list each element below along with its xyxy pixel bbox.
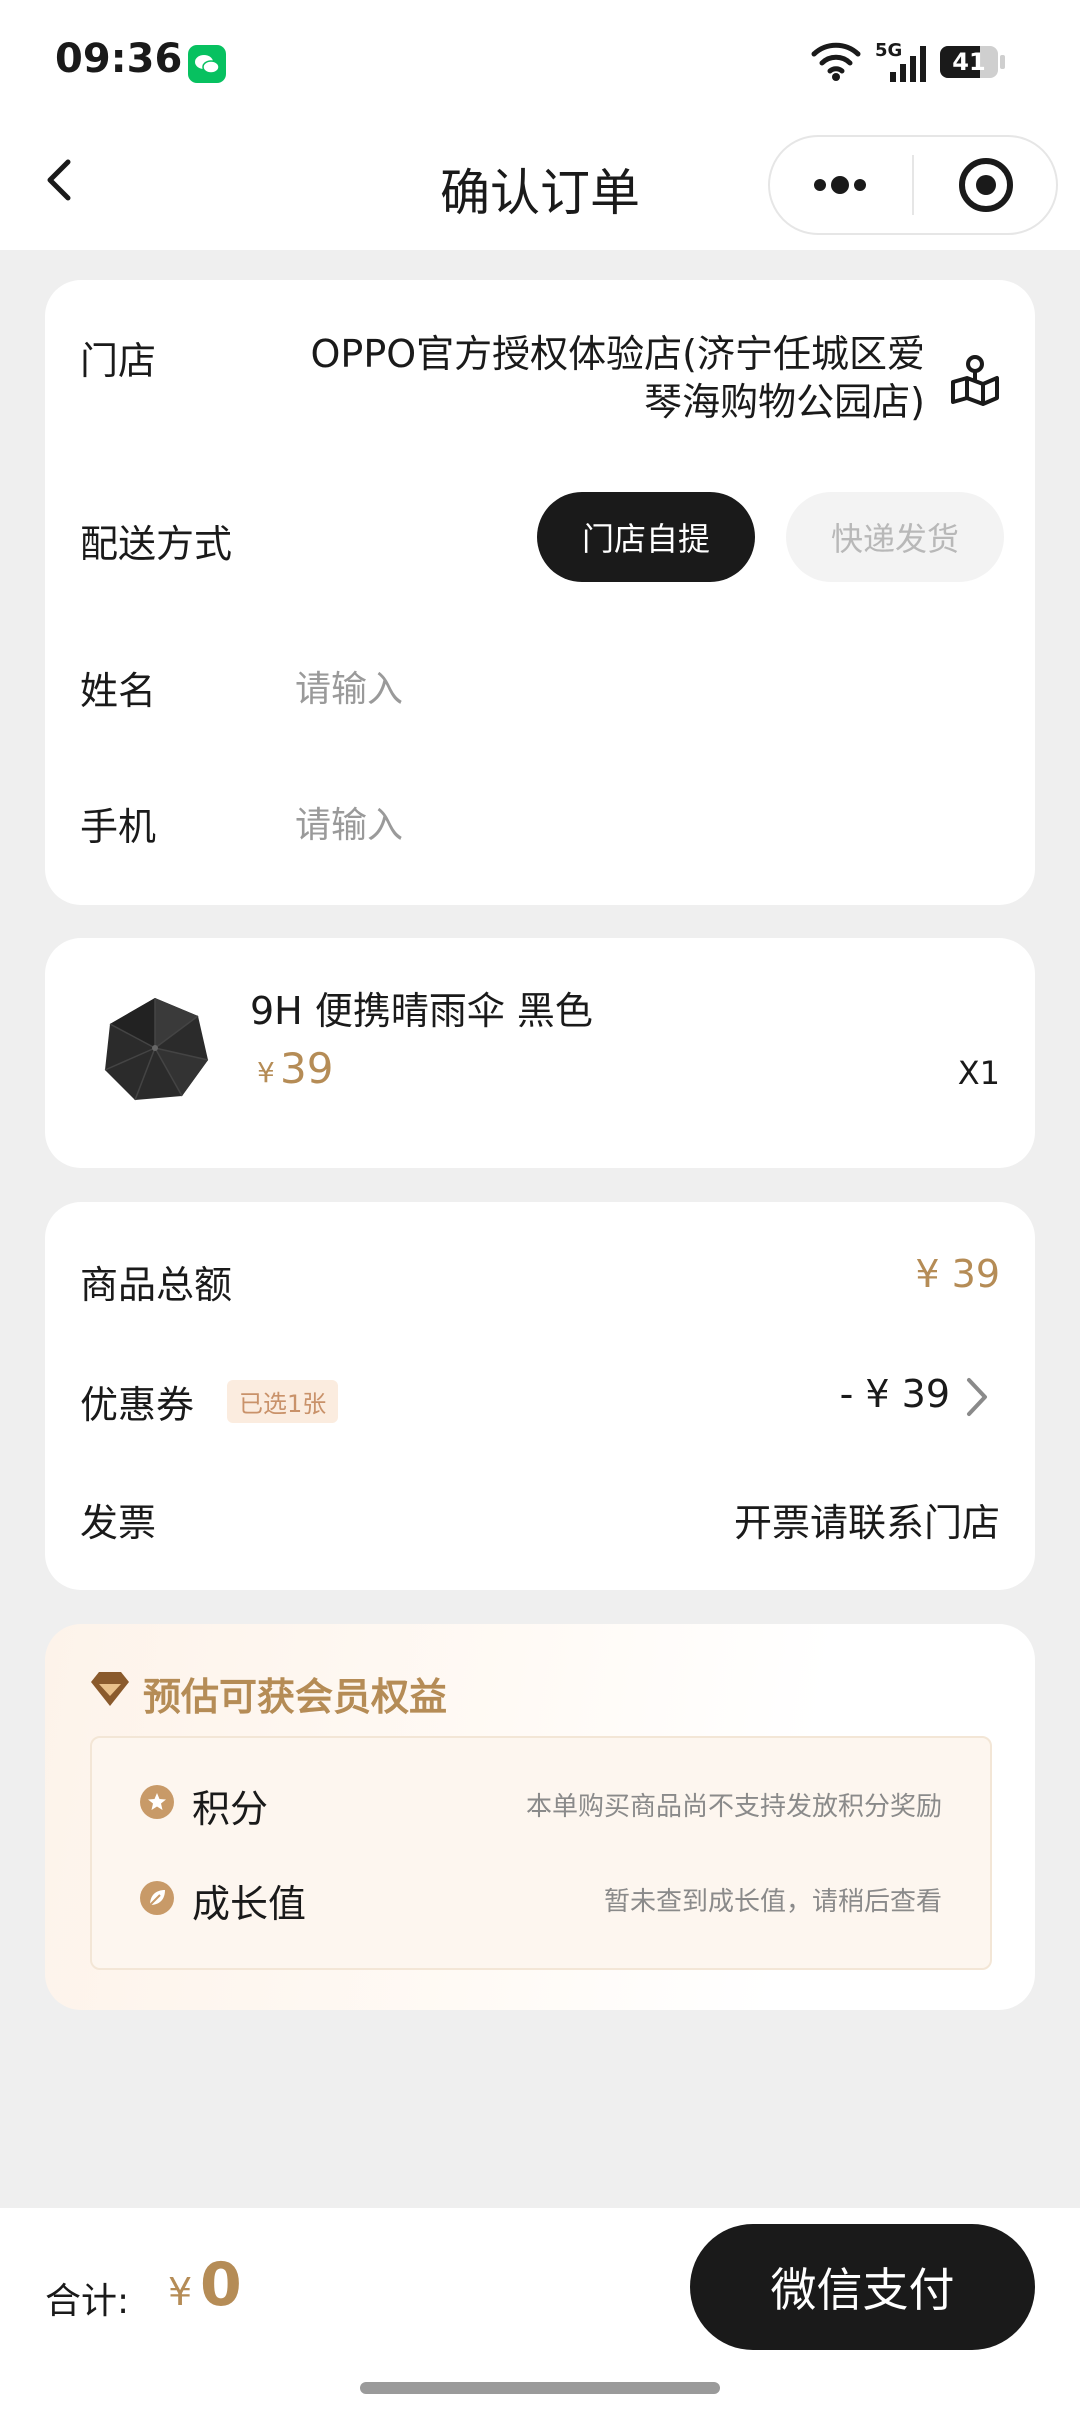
invoice-value: 开票请联系门店 (733, 1501, 1000, 1545)
store-map-button[interactable] (945, 348, 1005, 408)
delivery-label: 配送方式 (80, 522, 233, 566)
coupon-row-button[interactable]: - ¥ 39 (645, 1362, 1035, 1432)
name-label: 姓名 (80, 669, 157, 713)
footer-currency: ¥ (168, 2270, 193, 2314)
footer-total-value: 0 (200, 2250, 242, 2320)
points-description: 本单购买商品尚不支持发放积分奖励 (525, 1792, 942, 1822)
capsule-menu (768, 135, 1058, 235)
more-button[interactable] (770, 137, 910, 233)
phone-input[interactable]: 请输入 (295, 796, 403, 848)
signal-icon (880, 44, 928, 88)
coupon-value: - ¥ 39 (839, 1372, 950, 1416)
member-benefits-title: 预估可获会员权益 (143, 1675, 448, 1719)
name-input[interactable]: 请输入 (295, 660, 403, 712)
summary-card: 商品总额 ¥ 39 优惠券 已选1张 - ¥ 39 发票 开票请联系门店 (45, 1202, 1035, 1590)
total-amount-value: ¥ 39 (915, 1252, 1000, 1296)
product-price: 39 (280, 1044, 334, 1093)
express-option-button[interactable]: 快递发货 (786, 492, 1004, 582)
member-benefits-box: 积分 本单购买商品尚不支持发放积分奖励 成长值 暂未查到成长值，请稍后查看 (90, 1736, 992, 1970)
phone-label: 手机 (80, 805, 157, 849)
page-title: 确认订单 (440, 164, 640, 222)
battery-icon: 41 (940, 46, 998, 78)
wechat-pay-button[interactable]: 微信支付 (690, 2224, 1035, 2350)
close-miniprogram-button[interactable] (916, 137, 1056, 233)
coupon-badge: 已选1张 (227, 1380, 339, 1423)
battery-level: 41 (952, 48, 986, 76)
chevron-right-icon (967, 1378, 987, 1416)
back-arrow-icon (47, 159, 71, 201)
growth-description: 暂未查到成长值，请稍后查看 (603, 1887, 942, 1917)
invoice-label: 发票 (80, 1501, 157, 1545)
nav-bar: 确认订单 (0, 125, 1080, 250)
member-benefits-card: 预估可获会员权益 积分 本单购买商品尚不支持发放积分奖励 成长值 暂未查到成长值… (45, 1624, 1035, 2010)
coupon-label: 优惠券 (80, 1383, 195, 1427)
growth-icon (140, 1881, 174, 1915)
wechat-icon (188, 45, 226, 83)
footer-total-label: 合计: (45, 2281, 130, 2322)
diamond-icon (87, 1670, 133, 1714)
home-indicator (360, 2382, 720, 2394)
product-title: 9H 便携晴雨伞 黑色 (250, 989, 593, 1033)
store-name: OPPO官方授权体验店(济宁任城区爱琴海购物公园店) (310, 332, 925, 424)
product-card: 9H 便携晴雨伞 黑色 ¥ 39 X1 (45, 938, 1035, 1168)
status-bar: 09:36 5G 41 (0, 0, 1080, 125)
total-amount-label: 商品总额 (80, 1263, 233, 1307)
product-currency: ¥ (257, 1056, 275, 1089)
pickup-option-button[interactable]: 门店自提 (537, 492, 755, 582)
capsule-divider (912, 155, 914, 215)
umbrella-product-image (90, 988, 220, 1118)
product-quantity: X1 (957, 1054, 1000, 1092)
more-dots-icon (814, 176, 866, 194)
status-time: 09:36 (55, 36, 183, 82)
target-circle-icon (959, 158, 1013, 212)
checkout-bar: 合计: ¥ 0 微信支付 (0, 2208, 1080, 2414)
wifi-icon (810, 40, 862, 86)
growth-label: 成长值 (192, 1882, 307, 1926)
back-button[interactable] (30, 150, 90, 210)
order-info-card: 门店 OPPO官方授权体验店(济宁任城区爱琴海购物公园店) 配送方式 门店自提 … (45, 280, 1035, 905)
battery-tip (1000, 55, 1005, 69)
map-location-icon (951, 355, 999, 406)
store-label: 门店 (80, 339, 157, 383)
points-icon (140, 1785, 174, 1819)
points-label: 积分 (192, 1787, 269, 1831)
